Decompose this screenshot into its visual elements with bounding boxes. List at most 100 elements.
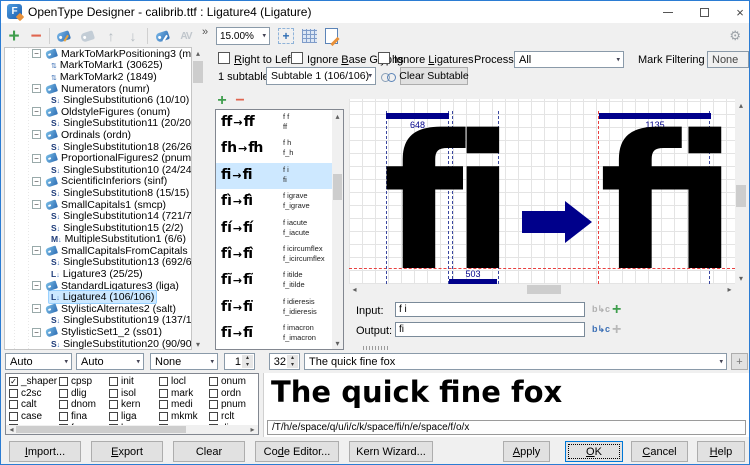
tree-item[interactable]: S↓SingleSubstitution8 (15/15) xyxy=(5,187,191,199)
checkbox[interactable] xyxy=(109,412,118,421)
link-subtable-icon[interactable] xyxy=(381,71,395,83)
remove-ligature-button[interactable]: − xyxy=(232,94,248,108)
ligature-list-item[interactable]: fh→fhf hf_h xyxy=(216,136,343,162)
scroll-up-icon[interactable]: ▴ xyxy=(735,99,747,111)
ligature-list[interactable]: ff→fff ffffh→fhf hf_hfi→fif ififì→fìf ig… xyxy=(215,109,344,350)
feature-checkbox-dnom[interactable]: dnom xyxy=(59,399,109,411)
ligature-list-item[interactable]: fï→fïf idieresisf_idieresis xyxy=(216,295,343,321)
feature-checkbox-calt[interactable]: calt xyxy=(9,399,59,411)
tree-item[interactable]: ⇅MarkToMark1 (30625) xyxy=(5,60,191,72)
tree-item[interactable]: S↓SingleSubstitution15 (2/2) xyxy=(5,222,191,234)
tree-item[interactable]: L↓Ligature4 (106/106) xyxy=(5,291,191,303)
cancel-button[interactable]: Cancel xyxy=(631,441,688,462)
tree-expand-icon[interactable]: − xyxy=(32,177,41,186)
scroll-down-icon[interactable]: ▾ xyxy=(192,338,204,350)
glyph-name-toggle-icon[interactable]: b↳c xyxy=(592,304,610,315)
zoom-combobox[interactable]: 15.00% ▾ xyxy=(216,27,270,45)
feature-checkbox-c2sc[interactable]: c2sc xyxy=(9,388,59,400)
checkbox[interactable] xyxy=(59,412,68,421)
tree-item[interactable]: −MarkToMarkPositioning3 (mkmk) xyxy=(5,48,191,60)
spin-up-icon[interactable]: ▴ xyxy=(287,355,298,362)
checkbox[interactable] xyxy=(209,389,218,398)
canvas-vscroll-thumb[interactable] xyxy=(736,185,746,207)
direction-combobox[interactable]: None ▾ xyxy=(150,353,218,370)
clear-subtable-button[interactable]: Clear Subtable xyxy=(400,67,468,85)
feature-checkbox-dlig[interactable]: dlig xyxy=(59,388,109,400)
add-input-glyph-button[interactable]: + xyxy=(612,302,621,318)
scroll-right-icon[interactable]: ▸ xyxy=(247,425,258,434)
tree-item[interactable]: −ProportionalFigures2 (pnum) xyxy=(5,152,191,164)
feature-hscroll-thumb[interactable] xyxy=(16,426,186,433)
gear-icon[interactable]: ⚙ xyxy=(729,28,741,44)
spin-down-icon[interactable]: ▾ xyxy=(287,362,298,369)
feature-checkbox-isol[interactable]: isol xyxy=(109,388,159,400)
scroll-down-icon[interactable]: ▾ xyxy=(735,272,747,284)
feature-checkbox-rclt[interactable]: rclt xyxy=(209,411,259,423)
output-field[interactable]: fi xyxy=(395,322,585,337)
feature-checkbox-fina[interactable]: fina xyxy=(59,411,109,423)
tree-item[interactable]: −Numerators (numr) xyxy=(5,83,191,95)
duplicate-lookup-button[interactable] xyxy=(77,26,97,46)
ligature-scrollbar-thumb[interactable] xyxy=(333,174,342,200)
tree-expand-icon[interactable]: − xyxy=(32,328,41,337)
tree-expand-icon[interactable]: − xyxy=(32,84,41,93)
glyph-name-toggle-icon[interactable]: b↳c xyxy=(592,324,610,335)
glyph-sequence-bar[interactable]: /T/h/e/space/q/u/i/c/k/space/fi/n/e/spac… xyxy=(267,420,746,435)
tree-item[interactable]: −StylisticAlternates2 (salt) xyxy=(5,303,191,315)
glyph-canvas[interactable]: 648 503 1135 f i fi xyxy=(349,99,735,284)
sample-text-combobox[interactable]: The quick fine fox ▾ xyxy=(304,353,727,370)
checkbox[interactable] xyxy=(159,412,168,421)
tree-item[interactable]: −StandardLigatures3 (liga) xyxy=(5,280,191,292)
tree-expand-icon[interactable]: − xyxy=(32,200,41,209)
toolbar-overflow-button[interactable]: » xyxy=(198,22,212,42)
tree-expand-icon[interactable]: − xyxy=(32,49,41,58)
tree-item[interactable]: −ScientificInferiors (sinf) xyxy=(5,176,191,188)
tree-expand-icon[interactable]: − xyxy=(32,246,41,255)
close-button[interactable]: × xyxy=(725,1,750,23)
kerning-pairs-button[interactable]: AV xyxy=(176,26,196,46)
feature-list-hscrollbar[interactable]: ◂ ▸ xyxy=(6,425,258,434)
tree-item[interactable]: S↓SingleSubstitution19 (137/137) xyxy=(5,315,191,327)
tree-item[interactable]: S↓SingleSubstitution13 (692/692) xyxy=(5,257,191,269)
feature-checkbox-medi[interactable]: medi xyxy=(159,399,209,411)
checkbox[interactable] xyxy=(209,400,218,409)
checkbox[interactable] xyxy=(59,377,68,386)
export-button[interactable]: Export xyxy=(91,441,163,462)
feature-checkbox-onum[interactable]: onum xyxy=(209,376,259,388)
checkbox[interactable] xyxy=(159,389,168,398)
kern-wizard-button[interactable]: Kern Wizard... xyxy=(349,441,433,462)
canvas-hscroll-thumb[interactable] xyxy=(527,285,561,294)
show-grid-button[interactable] xyxy=(302,29,317,43)
font-size-spinner[interactable]: 32 ▴▾ xyxy=(269,353,300,370)
tree-item[interactable]: −StylisticSet1_2 (ss01) xyxy=(5,326,191,338)
checkbox[interactable]: ✓ xyxy=(9,377,18,386)
checkbox[interactable] xyxy=(59,389,68,398)
tree-expand-icon[interactable]: − xyxy=(32,154,41,163)
canvas-horizontal-scrollbar[interactable]: ◂ ▸ xyxy=(349,284,735,295)
tree-item[interactable]: S↓SingleSubstitution14 (721/721) xyxy=(5,210,191,222)
minimize-button[interactable] xyxy=(653,1,683,23)
move-up-button[interactable]: ↑ xyxy=(101,26,121,46)
subtable-combobox[interactable]: Subtable 1 (106/106) ▾ xyxy=(266,67,376,85)
level-spinner[interactable]: 1 ▴▾ xyxy=(224,353,255,370)
add-feature-button[interactable]: + xyxy=(4,26,24,46)
move-down-button[interactable]: ↓ xyxy=(123,26,143,46)
tree-expand-icon[interactable]: − xyxy=(32,130,41,139)
code-edit-button[interactable] xyxy=(325,28,338,44)
spinner-arrows[interactable]: ▴▾ xyxy=(242,355,253,368)
tree-expand-icon[interactable]: − xyxy=(32,107,41,116)
tree-item[interactable]: S↓SingleSubstitution20 (90/90) xyxy=(5,338,191,350)
feature-checkbox-liga[interactable]: liga xyxy=(109,411,159,423)
scroll-down-icon[interactable]: ▾ xyxy=(332,337,343,349)
titlebar[interactable]: F OpenType Designer - calibrib.ttf : Lig… xyxy=(1,1,749,23)
clear-button[interactable]: Clear xyxy=(173,441,245,462)
feature-checkbox-kern[interactable]: kern xyxy=(109,399,159,411)
scroll-left-icon[interactable]: ◂ xyxy=(349,284,360,295)
feature-checkbox-mark[interactable]: mark xyxy=(159,388,209,400)
tree-expand-icon[interactable]: − xyxy=(32,304,41,313)
language-combobox[interactable]: Auto ▾ xyxy=(76,353,144,370)
feature-checkbox-init[interactable]: init xyxy=(109,376,159,388)
ignore-ligatures-checkbox[interactable] xyxy=(378,52,390,64)
ligature-list-scrollbar[interactable]: ▴ ▾ xyxy=(332,110,343,349)
checkbox[interactable] xyxy=(209,412,218,421)
